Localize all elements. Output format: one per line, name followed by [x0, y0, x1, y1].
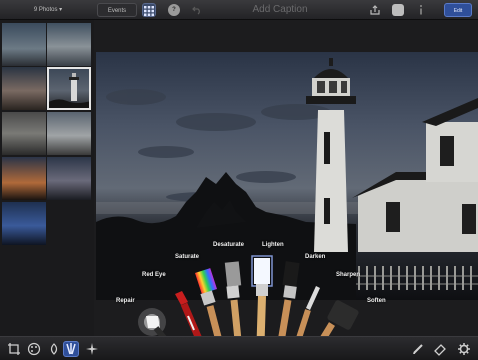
brush-label-desaturate: Desaturate [213, 242, 245, 248]
thumbnail[interactable] [2, 202, 46, 245]
thumbnail[interactable] [47, 23, 91, 66]
thumbnail-selected[interactable] [47, 67, 91, 110]
color-palette-icon[interactable] [26, 341, 42, 357]
help-icon[interactable]: ? [168, 4, 180, 16]
brush-edit-icon[interactable] [410, 341, 426, 357]
thumbnail[interactable] [2, 157, 46, 200]
thumbnail[interactable] [2, 67, 46, 110]
thumbnail-grid [0, 20, 94, 336]
tool-icon[interactable] [392, 4, 404, 16]
info-icon[interactable] [416, 3, 426, 17]
brushes-icon[interactable] [63, 341, 79, 357]
share-icon[interactable] [368, 3, 382, 17]
thumbnail[interactable] [2, 23, 46, 66]
gear-icon[interactable] [456, 341, 472, 357]
edit-button[interactable]: Edit [444, 3, 472, 17]
eraser-icon[interactable] [432, 341, 448, 357]
crop-icon[interactable] [6, 341, 22, 357]
top-toolbar: 9 Photos ▾ Events ? Add Caption Edit [0, 0, 478, 20]
brush-label-lighten: Lighten [262, 242, 284, 248]
photos-menu-button[interactable]: 9 Photos ▾ [28, 3, 68, 17]
grid-icon[interactable] [142, 3, 156, 17]
thumbnail[interactable] [47, 157, 91, 200]
color-icon[interactable] [46, 341, 62, 357]
effects-icon[interactable] [84, 341, 100, 357]
caption-title[interactable]: Add Caption [200, 3, 360, 17]
events-button[interactable]: Events [97, 3, 137, 17]
bottom-toolbar [0, 336, 478, 360]
thumbnail[interactable] [2, 112, 46, 155]
thumbnail[interactable] [47, 112, 91, 155]
